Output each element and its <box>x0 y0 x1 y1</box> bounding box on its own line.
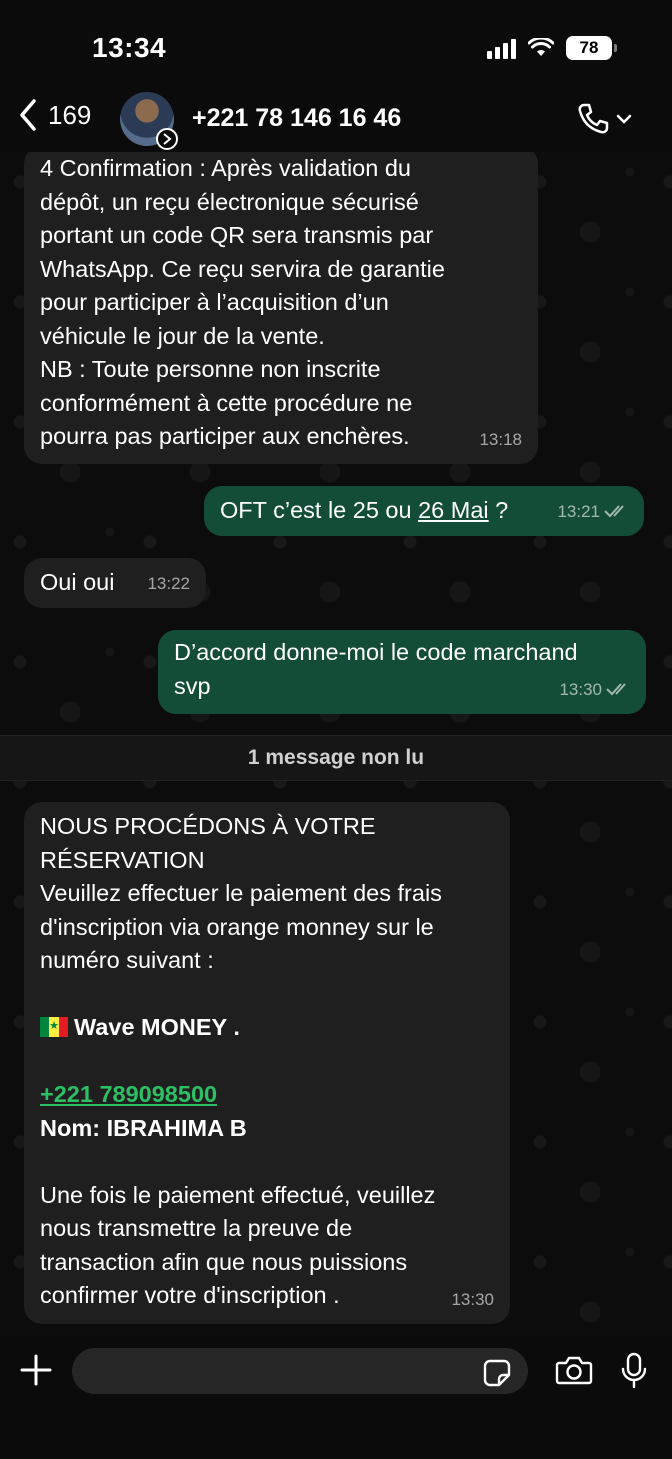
date-link[interactable]: 26 Mai <box>418 497 489 523</box>
read-receipt-icon <box>604 505 624 518</box>
phone-icon <box>578 103 609 134</box>
message-text: portant un code QR sera transmis par <box>40 222 434 248</box>
chevron-down-icon <box>616 114 632 124</box>
message-text: D’accord donne-moi le code marchand <box>174 639 578 665</box>
chevron-left-icon <box>20 99 36 131</box>
senegal-flag-icon: ★ <box>40 1017 68 1037</box>
sticker-icon <box>483 1359 511 1387</box>
message-title: RÉSERVATION <box>40 846 205 873</box>
back-button[interactable]: 169 <box>18 98 91 132</box>
message-text: NB : Toute personne non inscrite <box>40 356 381 382</box>
attach-button[interactable] <box>18 1352 54 1393</box>
message-input[interactable] <box>72 1348 528 1394</box>
sticker-button[interactable] <box>482 1358 512 1393</box>
status-bar: 13:34 78 <box>0 0 672 88</box>
message-text: transaction afin que nous puissions <box>40 1248 408 1275</box>
message-text: dépôt, un reçu électronique sécurisé <box>40 188 419 215</box>
message-bubble-outgoing[interactable]: OFT c’est le 25 ou 26 Mai ? 13:21 <box>204 486 644 536</box>
unread-divider: 1 message non lu <box>0 735 672 781</box>
message-text: Veuillez effectuer le paiement des frais <box>40 880 442 906</box>
message-time: 13:30 <box>451 1289 494 1309</box>
camera-button[interactable] <box>555 1354 593 1391</box>
chat-area[interactable]: 4 Confirmation : Après validation du dép… <box>0 152 672 1334</box>
message-title: NOUS PROCÉDONS À VOTRE <box>40 813 376 839</box>
microphone-icon <box>621 1352 647 1389</box>
wifi-icon <box>528 38 554 56</box>
message-bubble-incoming[interactable]: NOUS PROCÉDONS À VOTRE RÉSERVATION Veuil… <box>24 802 510 1324</box>
message-text: Une fois le paiement effectué, veuillez <box>40 1181 436 1208</box>
message-text: ? <box>488 497 509 523</box>
message-bubble-incoming[interactable]: 4 Confirmation : Après validation du dép… <box>24 152 538 464</box>
chat-header: 169 +221 78 146 16 46 <box>0 88 672 152</box>
microphone-button[interactable] <box>620 1352 648 1395</box>
cellular-signal-icon <box>487 37 516 59</box>
status-time: 13:34 <box>92 32 167 63</box>
message-time: 13:22 <box>147 573 190 593</box>
wave-money-label: Wave MONEY . <box>74 1014 240 1040</box>
camera-icon <box>555 1356 593 1385</box>
message-text: pour participer à l’acquisition d’un <box>40 289 389 315</box>
message-text: d'inscription via orange monney sur le <box>40 913 434 940</box>
recipient-name: Nom: IBRAHIMA B <box>40 1114 247 1141</box>
status-icons: 78 <box>487 36 617 60</box>
message-text: numéro suivant : <box>40 947 214 973</box>
message-text: OFT c’est le 25 ou <box>220 497 419 523</box>
message-time: 13:30 <box>559 673 630 707</box>
read-receipt-icon <box>606 683 626 696</box>
message-text: 4 Confirmation : Après validation du <box>40 155 411 181</box>
message-text: pourra pas participer aux enchères. <box>40 423 410 449</box>
message-bubble-outgoing[interactable]: D’accord donne-moi le code marchand svp … <box>158 630 646 714</box>
call-button[interactable] <box>576 102 632 136</box>
contact-avatar[interactable] <box>120 92 178 150</box>
message-bubble-incoming[interactable]: Oui oui 13:22 <box>24 558 206 608</box>
message-time: 13:21 <box>557 495 628 529</box>
status-ring-icon <box>156 128 178 150</box>
message-time: 13:18 <box>479 429 522 449</box>
input-bar <box>0 1334 672 1459</box>
plus-icon <box>20 1354 52 1386</box>
phone-number-link[interactable]: +221 789098500 <box>40 1081 217 1107</box>
battery-icon: 78 <box>566 36 617 60</box>
wave-money-line: ★ Wave MONEY . <box>40 1011 494 1045</box>
message-text: WhatsApp. Ce reçu servira de garantie <box>40 255 445 282</box>
contact-name[interactable]: +221 78 146 16 46 <box>192 104 401 133</box>
message-text: Oui oui <box>40 569 115 595</box>
message-text: véhicule le jour de la vente. <box>40 322 325 349</box>
message-text: conformément à cette procédure ne <box>40 389 413 416</box>
unread-chats-count: 169 <box>48 99 92 130</box>
message-text: confirmer votre d'inscription . <box>40 1282 340 1308</box>
message-text: nous transmettre la preuve de <box>40 1215 353 1241</box>
